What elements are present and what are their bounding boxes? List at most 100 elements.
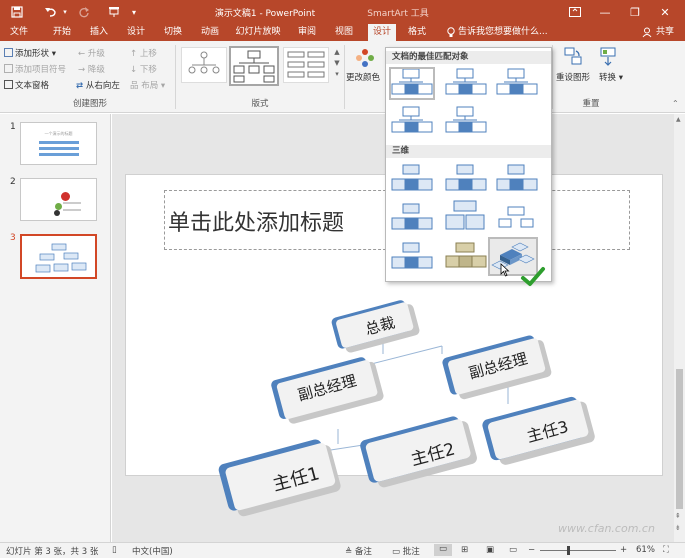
ribbon-display-icon[interactable]: [566, 4, 584, 20]
save-icon[interactable]: [8, 4, 26, 20]
separator: [175, 45, 176, 109]
layout-thumb-1[interactable]: [181, 47, 227, 83]
style-best-3[interactable]: [494, 67, 540, 100]
tell-me-search[interactable]: 告诉我您想要做什么...: [458, 24, 558, 41]
layout-button[interactable]: 品 布局 ▾: [130, 79, 165, 91]
customize-qat-icon[interactable]: ▾: [128, 4, 140, 20]
zoom-in-button[interactable]: +: [620, 545, 627, 555]
zoom-slider-track[interactable]: [540, 550, 616, 551]
tab-review[interactable]: 审阅: [294, 24, 320, 41]
demote-button[interactable]: → 降级: [78, 63, 105, 75]
notes-button[interactable]: ≜ 备注: [345, 545, 372, 557]
move-down-button[interactable]: ↓ 下移: [130, 63, 157, 75]
convert-button[interactable]: 转换 ▾: [599, 71, 623, 83]
separator: [552, 45, 553, 109]
comments-label: 批注: [402, 547, 420, 557]
layout-thumb-2-selected[interactable]: [229, 46, 279, 86]
collapse-ribbon-icon[interactable]: ⌃: [672, 99, 679, 108]
promote-button[interactable]: ← 升级: [78, 47, 105, 59]
comments-button[interactable]: ▭ 批注: [392, 545, 420, 557]
share-button[interactable]: 共享: [654, 24, 676, 41]
next-slide-icon[interactable]: ⇟: [675, 524, 681, 532]
vertical-scrollbar[interactable]: ▲ ⇞ ⇟: [674, 114, 685, 542]
style-best-5[interactable]: [443, 105, 489, 138]
change-colors-button[interactable]: 更改颜色: [346, 71, 380, 83]
thumb1-line: [39, 153, 79, 156]
style-3d-8[interactable]: [443, 239, 489, 272]
style-best-4[interactable]: [389, 105, 435, 138]
move-up-button[interactable]: ↑ 上移: [130, 47, 157, 59]
smartart-style-gallery: 文档的最佳匹配对象 三维: [385, 47, 552, 282]
slide-sorter-icon[interactable]: ⊞: [461, 545, 468, 555]
style-best-1-selected[interactable]: [389, 67, 435, 100]
tab-insert[interactable]: 插入: [86, 24, 112, 41]
add-shape-label: 添加形状: [15, 49, 50, 59]
ribbon-tabs: 文件 开始 插入 设计 切换 动画 幻灯片放映 审阅 视图 设计 格式 告诉我您…: [0, 24, 685, 41]
style-3d-4[interactable]: [389, 200, 435, 233]
palette-icon: [352, 47, 378, 69]
style-3d-2[interactable]: [443, 161, 489, 194]
chevron-down-icon: ▾: [51, 49, 56, 59]
tab-design[interactable]: 设计: [123, 24, 149, 41]
style-3d-1[interactable]: [389, 161, 435, 194]
layout-thumb-3[interactable]: [283, 47, 329, 83]
slide-thumbnails-pane: 1 一个演示的标题 2 3: [0, 114, 111, 542]
rtl-label: 从右向左: [85, 81, 120, 91]
layout-gallery-scroll[interactable]: ▲ ▼ ▾: [332, 47, 342, 83]
slideshow-view-icon[interactable]: ▭: [509, 545, 517, 555]
zoom-out-button[interactable]: −: [528, 545, 535, 555]
tab-animations[interactable]: 动画: [197, 24, 223, 41]
tab-file[interactable]: 文件: [6, 24, 32, 41]
arrow-down-icon: ↓: [130, 65, 138, 75]
window-title: 演示文稿1 - PowerPoint: [214, 8, 316, 19]
add-bullet-button[interactable]: 添加项目符号: [4, 63, 66, 75]
previous-slide-icon[interactable]: ⇞: [675, 512, 681, 520]
demote-label: 降级: [87, 65, 105, 75]
undo-icon[interactable]: [40, 4, 60, 20]
scrollbar-thumb[interactable]: [676, 369, 683, 509]
style-best-2[interactable]: [443, 67, 489, 100]
thumb2-red-dot: [61, 192, 70, 201]
status-bar: 幻灯片 第 3 张，共 3 张 ▯ 中文(中国) ≜ 备注 ▭ 批注 ▭ ⊞ ▣…: [0, 542, 685, 558]
zoom-level[interactable]: 61%: [636, 545, 655, 555]
style-3d-5[interactable]: [443, 200, 489, 233]
spellcheck-icon[interactable]: ▯: [112, 545, 117, 555]
style-3d-7[interactable]: [389, 239, 435, 272]
context-tool-label: SmartArt 工具: [367, 8, 429, 19]
add-bullet-label: 添加项目符号: [15, 65, 67, 75]
arrow-left-icon: ←: [78, 49, 86, 59]
restore-button[interactable]: ❐: [626, 4, 644, 20]
thumb1-title: 一个演示的标题: [44, 131, 73, 136]
slide-thumb-3[interactable]: [20, 234, 97, 279]
tab-home[interactable]: 开始: [49, 24, 75, 41]
zoom-slider-thumb[interactable]: [567, 546, 570, 555]
arrow-up-icon: ↑: [130, 49, 138, 59]
language-indicator[interactable]: 中文(中国): [132, 545, 173, 557]
reading-view-icon[interactable]: ▣: [486, 545, 494, 555]
tab-smartart-design[interactable]: 设计: [368, 24, 396, 41]
normal-view-icon[interactable]: ▭: [434, 544, 452, 556]
tab-smartart-format[interactable]: 格式: [404, 24, 430, 41]
redo-icon[interactable]: [76, 4, 92, 20]
comment-icon: ▭: [392, 547, 401, 557]
reset-graphic-button[interactable]: 重设图形: [556, 71, 590, 83]
fit-slide-icon[interactable]: ⛶: [663, 545, 669, 555]
style-3d-6[interactable]: [494, 200, 540, 233]
slide-thumb-2[interactable]: [20, 178, 97, 221]
scroll-up-icon[interactable]: ▲: [676, 116, 681, 123]
tab-slideshow[interactable]: 幻灯片放映: [233, 24, 283, 41]
tab-view[interactable]: 视图: [331, 24, 357, 41]
minimize-button[interactable]: —: [596, 4, 614, 20]
text-pane-button[interactable]: 文本窗格: [4, 79, 49, 91]
slide-thumb-1[interactable]: 一个演示的标题: [20, 122, 97, 165]
style-3d-3[interactable]: [494, 161, 540, 194]
undo-dropdown-icon[interactable]: ▾: [60, 4, 70, 20]
text-pane-icon: [4, 80, 13, 89]
thumb1-line: [39, 147, 79, 150]
add-shape-button[interactable]: 添加形状 ▾: [4, 47, 56, 59]
tab-transitions[interactable]: 切换: [160, 24, 186, 41]
promote-label: 升级: [87, 49, 105, 59]
close-button[interactable]: ✕: [656, 4, 674, 20]
rtl-button[interactable]: ⇄ 从右向左: [76, 79, 120, 91]
start-from-beginning-icon[interactable]: [106, 4, 122, 20]
